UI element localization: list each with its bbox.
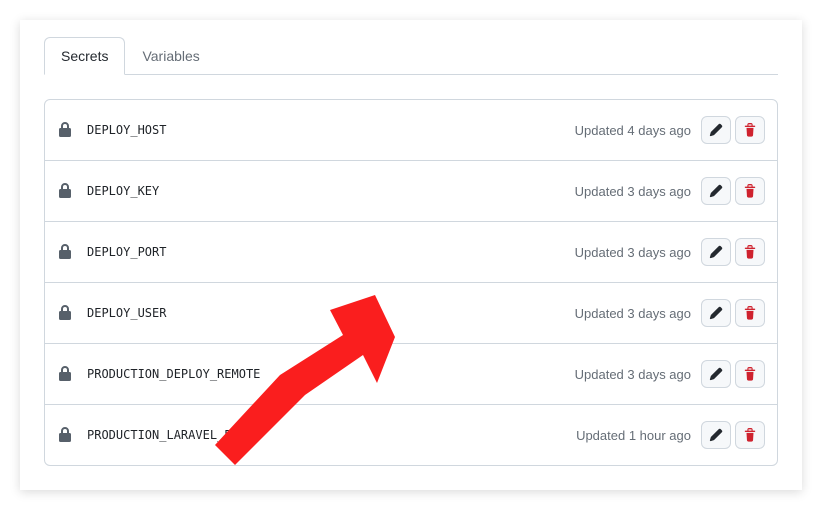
- delete-button[interactable]: [735, 360, 765, 388]
- lock-icon: [57, 366, 73, 382]
- secret-name: DEPLOY_KEY: [87, 184, 575, 198]
- secret-updated: Updated 3 days ago: [575, 367, 691, 382]
- secret-name: DEPLOY_USER: [87, 306, 575, 320]
- edit-button[interactable]: [701, 299, 731, 327]
- edit-button[interactable]: [701, 177, 731, 205]
- secret-updated: Updated 1 hour ago: [576, 428, 691, 443]
- trash-icon: [743, 184, 757, 198]
- trash-icon: [743, 306, 757, 320]
- pencil-icon: [709, 123, 723, 137]
- lock-icon: [57, 427, 73, 443]
- tabs: Secrets Variables: [44, 36, 778, 75]
- trash-icon: [743, 245, 757, 259]
- edit-button[interactable]: [701, 360, 731, 388]
- edit-button[interactable]: [701, 238, 731, 266]
- secret-row: DEPLOY_KEY Updated 3 days ago: [45, 160, 777, 221]
- lock-icon: [57, 305, 73, 321]
- lock-icon: [57, 244, 73, 260]
- trash-icon: [743, 367, 757, 381]
- secret-name: DEPLOY_PORT: [87, 245, 575, 259]
- trash-icon: [743, 123, 757, 137]
- secret-row: PRODUCTION_DEPLOY_REMOTE Updated 3 days …: [45, 343, 777, 404]
- tab-secrets[interactable]: Secrets: [44, 37, 125, 75]
- secret-updated: Updated 3 days ago: [575, 184, 691, 199]
- delete-button[interactable]: [735, 116, 765, 144]
- edit-button[interactable]: [701, 421, 731, 449]
- secret-updated: Updated 3 days ago: [575, 306, 691, 321]
- pencil-icon: [709, 428, 723, 442]
- secret-name: PRODUCTION_LARAVEL_ENV: [87, 428, 576, 442]
- tab-variables[interactable]: Variables: [125, 37, 216, 75]
- delete-button[interactable]: [735, 299, 765, 327]
- secret-name: DEPLOY_HOST: [87, 123, 575, 137]
- delete-button[interactable]: [735, 421, 765, 449]
- pencil-icon: [709, 184, 723, 198]
- secret-row: DEPLOY_HOST Updated 4 days ago: [45, 100, 777, 160]
- pencil-icon: [709, 367, 723, 381]
- secrets-panel: Secrets Variables DEPLOY_HOST Updated 4 …: [20, 20, 802, 490]
- pencil-icon: [709, 245, 723, 259]
- lock-icon: [57, 122, 73, 138]
- secret-row: DEPLOY_PORT Updated 3 days ago: [45, 221, 777, 282]
- secret-row: PRODUCTION_LARAVEL_ENV Updated 1 hour ag…: [45, 404, 777, 465]
- secret-row: DEPLOY_USER Updated 3 days ago: [45, 282, 777, 343]
- lock-icon: [57, 183, 73, 199]
- delete-button[interactable]: [735, 177, 765, 205]
- secret-name: PRODUCTION_DEPLOY_REMOTE: [87, 367, 575, 381]
- trash-icon: [743, 428, 757, 442]
- secret-updated: Updated 3 days ago: [575, 245, 691, 260]
- delete-button[interactable]: [735, 238, 765, 266]
- secret-updated: Updated 4 days ago: [575, 123, 691, 138]
- secrets-list: DEPLOY_HOST Updated 4 days ago DEPLOY_KE…: [44, 99, 778, 466]
- edit-button[interactable]: [701, 116, 731, 144]
- pencil-icon: [709, 306, 723, 320]
